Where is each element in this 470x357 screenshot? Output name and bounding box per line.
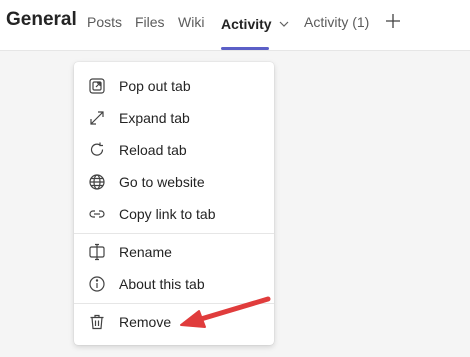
reload-icon [88, 141, 106, 159]
menu-item-reload-tab[interactable]: Reload tab [74, 134, 274, 166]
menu-item-pop-out-tab[interactable]: Pop out tab [74, 70, 274, 102]
globe-icon [88, 173, 106, 191]
menu-item-label: Reload tab [119, 142, 187, 158]
active-tab-indicator [221, 47, 269, 50]
pop-out-icon [88, 77, 106, 95]
menu-item-label: Copy link to tab [119, 206, 216, 222]
menu-item-label: Remove [119, 314, 172, 330]
tab-activity[interactable]: Activity [221, 14, 289, 32]
tab-activity-1[interactable]: Activity (1) [304, 14, 369, 30]
menu-item-rename[interactable]: Rename [74, 236, 274, 268]
info-icon [88, 275, 106, 293]
plus-icon[interactable] [384, 12, 402, 30]
menu-item-label: Pop out tab [119, 78, 191, 94]
tab-posts[interactable]: Posts [87, 14, 122, 30]
menu-item-label: Rename [119, 244, 172, 260]
tab-wiki[interactable]: Wiki [178, 14, 204, 30]
menu-item-expand-tab[interactable]: Expand tab [74, 102, 274, 134]
menu-item-go-to-website[interactable]: Go to website [74, 166, 274, 198]
trash-icon [88, 313, 106, 331]
rename-icon [88, 243, 106, 261]
menu-item-copy-link-to-tab[interactable]: Copy link to tab [74, 198, 274, 230]
menu-divider [74, 233, 274, 234]
channel-header: General Posts Files Wiki Activity Activi… [0, 0, 470, 51]
menu-item-label: Expand tab [119, 110, 190, 126]
channel-title: General [6, 9, 77, 30]
menu-item-label: Go to website [119, 174, 205, 190]
expand-icon [88, 109, 106, 127]
red-arrow-annotation [175, 290, 275, 335]
chevron-down-icon[interactable] [279, 14, 289, 30]
tab-files[interactable]: Files [135, 14, 165, 30]
link-icon [88, 205, 106, 223]
tab-activity-label: Activity [221, 16, 272, 32]
